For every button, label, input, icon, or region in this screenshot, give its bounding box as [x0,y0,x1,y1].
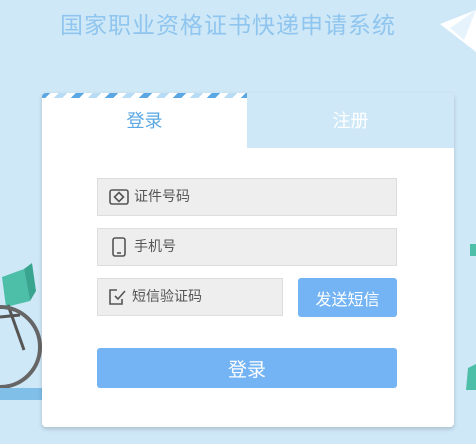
sms-code-field[interactable] [97,278,306,316]
id-number-field[interactable] [97,178,397,216]
id-number-input[interactable] [134,189,396,205]
id-card-icon [108,186,130,208]
verify-message-icon [108,286,128,308]
page-title: 国家职业资格证书快递申请系统 [60,13,396,39]
decorative-shapes-right [466,244,476,390]
tab-login[interactable]: 登录 [42,93,247,148]
bicycle-illustration [0,255,48,400]
login-card: 登录 注册 发送短信 登录 [42,93,454,427]
phone-field[interactable] [97,228,397,266]
login-button[interactable]: 登录 [97,348,397,388]
paper-plane-icon [440,10,476,52]
tab-register[interactable]: 注册 [247,93,454,148]
mobile-phone-icon [108,236,130,258]
phone-input[interactable] [134,239,396,255]
sms-code-input[interactable] [132,289,306,305]
send-sms-button[interactable]: 发送短信 [298,278,397,317]
